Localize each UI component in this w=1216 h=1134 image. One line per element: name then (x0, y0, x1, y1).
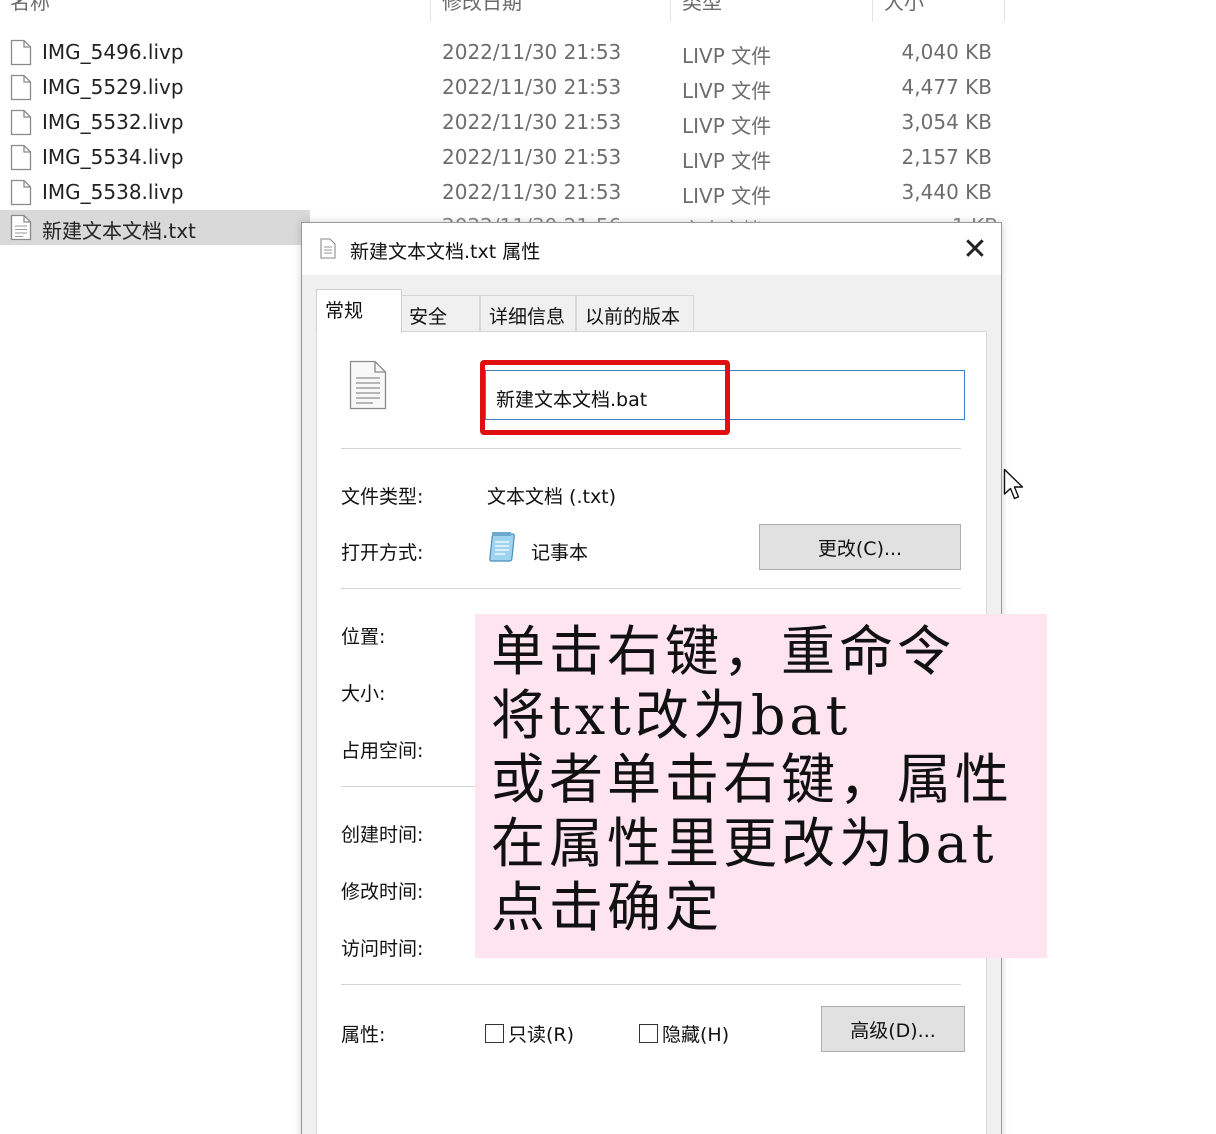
file-date: 2022/11/30 21:53 (442, 40, 622, 64)
column-separator[interactable] (1004, 0, 1005, 22)
mouse-pointer-icon (1003, 468, 1024, 500)
column-separator[interactable] (872, 0, 873, 22)
file-type-label: 文件类型: (341, 486, 424, 508)
close-button[interactable]: ✕ (949, 223, 1001, 275)
attributes-label: 属性: (341, 1024, 386, 1046)
file-date: 2022/11/30 21:53 (442, 75, 622, 99)
document-icon (10, 179, 32, 206)
divider (341, 984, 961, 985)
notepad-icon (489, 532, 515, 562)
dialog-titlebar[interactable]: 新建文本文档.txt 属性 ✕ (302, 223, 1001, 275)
file-type: LIVP 文件 (682, 114, 772, 138)
file-date: 2022/11/30 21:53 (442, 180, 622, 204)
file-explorer-list: 名称 修改日期 类型 大小 IMG_5496.livp 2022/11/30 2… (0, 0, 1216, 260)
created-label: 创建时间: (341, 824, 424, 846)
column-header-size[interactable]: 大小 (884, 0, 924, 18)
file-name: IMG_5496.livp (42, 40, 184, 64)
readonly-label: 只读(R) (508, 1023, 575, 1046)
file-type-value: 文本文档 (.txt) (487, 486, 617, 508)
size-label: 大小: (341, 683, 386, 705)
readonly-checkbox[interactable]: 只读(R) (485, 1018, 574, 1048)
column-header-date[interactable]: 修改日期 (442, 0, 522, 18)
divider (341, 588, 961, 589)
annotation-highlight-box (480, 360, 730, 435)
file-date: 2022/11/30 21:53 (442, 145, 622, 169)
note-line: 在属性里更改为bat (491, 812, 998, 875)
file-size: 3,440 KB (901, 180, 992, 204)
file-row[interactable]: IMG_5529.livp 2022/11/30 21:53 LIVP 文件 4… (0, 70, 1004, 105)
note-line: 将txt改为bat (491, 684, 852, 747)
file-name: IMG_5532.livp (42, 110, 184, 134)
file-row[interactable]: IMG_5534.livp 2022/11/30 21:53 LIVP 文件 2… (0, 140, 1004, 175)
file-type: LIVP 文件 (682, 184, 772, 208)
file-size: 4,040 KB (901, 40, 992, 64)
location-label: 位置: (341, 626, 386, 648)
column-separator[interactable] (670, 0, 671, 22)
close-icon: ✕ (962, 231, 988, 267)
note-line: 点击确定 (491, 876, 723, 939)
document-icon (10, 109, 32, 136)
text-document-icon (320, 238, 336, 259)
open-with-value: 记事本 (531, 542, 589, 564)
note-line: 单击右键，重命令 (491, 620, 955, 683)
file-date: 2022/11/30 21:53 (442, 110, 622, 134)
file-size: 2,157 KB (901, 145, 992, 169)
change-button[interactable]: 更改(C)... (759, 524, 961, 570)
document-icon (10, 144, 32, 171)
note-line: 或者单击右键，属性 (491, 748, 1013, 811)
hidden-label: 隐藏(H) (662, 1023, 730, 1046)
tab-details[interactable]: 详细信息 (480, 295, 576, 331)
checkbox-box[interactable] (485, 1023, 504, 1043)
text-document-icon (349, 360, 387, 410)
file-type: LIVP 文件 (682, 149, 772, 173)
column-header-type[interactable]: 类型 (682, 0, 722, 18)
checkbox-box[interactable] (639, 1023, 658, 1043)
accessed-label: 访问时间: (341, 938, 424, 960)
file-row-selected[interactable]: 新建文本文档.txt (0, 210, 310, 245)
open-with-label: 打开方式: (341, 542, 424, 564)
annotation-note: 单击右键，重命令 将txt改为bat 或者单击右键，属性 在属性里更改为bat … (475, 614, 1047, 958)
document-icon (10, 74, 32, 101)
file-size: 4,477 KB (901, 75, 992, 99)
file-size: 3,054 KB (901, 110, 992, 134)
tab-general[interactable]: 常规 (316, 289, 402, 333)
file-name: IMG_5538.livp (42, 180, 184, 204)
file-row[interactable]: IMG_5532.livp 2022/11/30 21:53 LIVP 文件 3… (0, 105, 1004, 140)
tab-previous-versions[interactable]: 以前的版本 (576, 295, 694, 331)
document-icon (10, 39, 32, 66)
disk-size-label: 占用空间: (341, 740, 424, 762)
file-row[interactable]: IMG_5496.livp 2022/11/30 21:53 LIVP 文件 4… (0, 35, 1004, 70)
column-header-name[interactable]: 名称 (10, 0, 50, 18)
column-separator[interactable] (430, 0, 431, 22)
file-row[interactable]: IMG_5538.livp 2022/11/30 21:53 LIVP 文件 3… (0, 175, 1004, 210)
file-name: IMG_5534.livp (42, 145, 184, 169)
divider (341, 448, 961, 449)
advanced-button[interactable]: 高级(D)... (821, 1006, 965, 1052)
file-name: IMG_5529.livp (42, 75, 184, 99)
file-type: LIVP 文件 (682, 44, 772, 68)
hidden-checkbox[interactable]: 隐藏(H) (639, 1018, 729, 1048)
file-type: LIVP 文件 (682, 79, 772, 103)
file-name: 新建文本文档.txt (42, 219, 196, 243)
modified-label: 修改时间: (341, 881, 424, 903)
tab-security[interactable]: 安全 (400, 295, 480, 331)
text-document-icon (10, 214, 32, 241)
dialog-title: 新建文本文档.txt 属性 (350, 241, 541, 263)
